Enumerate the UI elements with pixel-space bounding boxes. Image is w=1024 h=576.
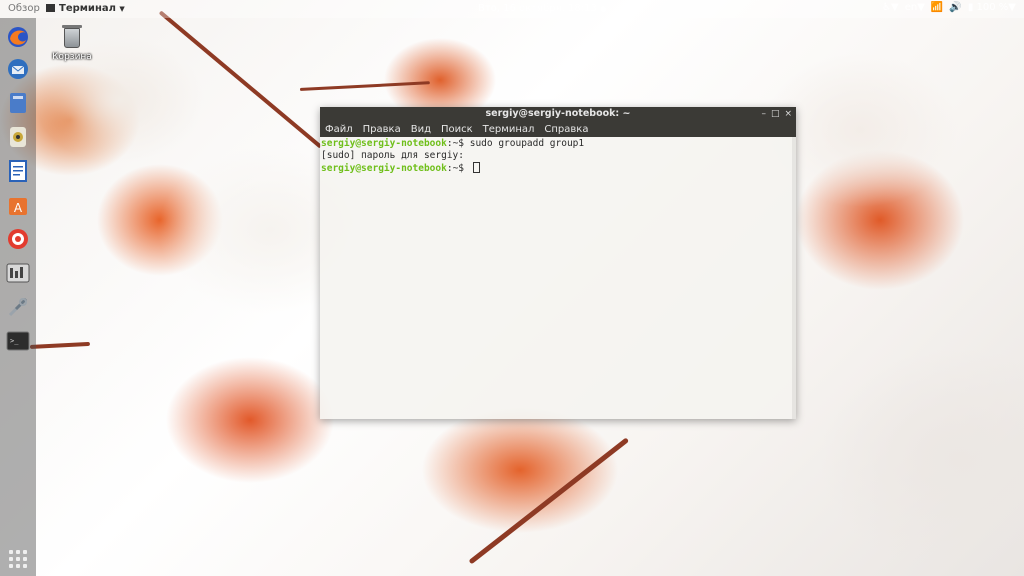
command-text: sudo groupadd group1 bbox=[469, 138, 585, 149]
keyboard-layout-label: en bbox=[904, 2, 918, 13]
clock-label: Вто, 16 октября, 18:13 bbox=[478, 3, 597, 14]
menu-search[interactable]: Поиск bbox=[441, 124, 473, 135]
window-controls: – □ × bbox=[761, 107, 792, 121]
terminal-line: [sudo] пароль для sergiy: bbox=[321, 150, 795, 162]
menu-view[interactable]: Вид bbox=[411, 124, 431, 135]
terminal-title: sergiy@sergiy-notebook: ~ bbox=[485, 108, 631, 119]
prompt-suffix: :~$ bbox=[446, 138, 470, 149]
wifi-icon[interactable]: 📶 bbox=[931, 2, 943, 13]
terminal-titlebar[interactable]: sergiy@sergiy-notebook: ~ – □ × bbox=[320, 107, 796, 121]
launcher-dock: A >_ bbox=[0, 18, 36, 576]
clock[interactable]: Вто, 16 октября, 18:13 ● bbox=[478, 3, 606, 14]
terminal-scrollbar[interactable] bbox=[792, 137, 796, 419]
chevron-down-icon: ▼ bbox=[119, 5, 125, 13]
svg-text:A: A bbox=[14, 201, 23, 215]
writer-icon[interactable] bbox=[5, 158, 31, 184]
help-icon[interactable] bbox=[5, 226, 31, 252]
system-tray: ♿▼ en▼ 📶 🔊 ▮ 100 %▼ bbox=[882, 2, 1016, 13]
keyboard-layout[interactable]: en▼ bbox=[905, 2, 925, 13]
desktop-trash[interactable]: Корзина bbox=[52, 25, 92, 62]
terminal-line: sergiy@sergiy-notebook:~$ bbox=[321, 162, 795, 175]
trash-label: Корзина bbox=[52, 52, 92, 62]
menu-file[interactable]: Файл bbox=[325, 124, 353, 135]
notification-dot-icon: ● bbox=[599, 5, 607, 13]
terminal-window: sergiy@sergiy-notebook: ~ – □ × Файл Пра… bbox=[320, 107, 796, 419]
text-cursor bbox=[472, 162, 480, 173]
overview-button[interactable]: Обзор bbox=[8, 3, 40, 14]
app-menu[interactable]: Терминал ▼ bbox=[46, 3, 125, 14]
settings-tools-icon[interactable] bbox=[5, 294, 31, 320]
volume-icon[interactable]: 🔊 bbox=[949, 2, 961, 13]
menu-terminal[interactable]: Терминал bbox=[483, 124, 535, 135]
minimize-button[interactable]: – bbox=[761, 107, 766, 121]
system-monitor-icon[interactable] bbox=[5, 260, 31, 286]
software-center-icon[interactable]: A bbox=[5, 192, 31, 218]
svg-text:>_: >_ bbox=[10, 337, 19, 345]
close-button[interactable]: × bbox=[784, 107, 792, 121]
battery-indicator[interactable]: ▮ 100 %▼ bbox=[968, 2, 1016, 13]
terminal-app-icon bbox=[46, 4, 55, 12]
menu-help[interactable]: Справка bbox=[544, 124, 588, 135]
files-icon[interactable] bbox=[5, 90, 31, 116]
wallpaper-branch bbox=[468, 437, 630, 565]
prompt-suffix: :~$ bbox=[446, 163, 470, 174]
rhythmbox-icon[interactable] bbox=[5, 124, 31, 150]
menu-edit[interactable]: Правка bbox=[363, 124, 401, 135]
accessibility-icon[interactable]: ♿▼ bbox=[882, 2, 899, 13]
prompt-user-host: sergiy@sergiy-notebook bbox=[321, 163, 447, 174]
prompt-user-host: sergiy@sergiy-notebook bbox=[321, 138, 447, 149]
thunderbird-icon[interactable] bbox=[5, 56, 31, 82]
terminal-line: sergiy@sergiy-notebook:~$ sudo groupadd … bbox=[321, 138, 795, 150]
wallpaper-branch bbox=[299, 81, 430, 91]
trash-icon bbox=[62, 25, 82, 48]
top-panel: Обзор Терминал ▼ Вто, 16 октября, 18:13 … bbox=[0, 0, 1024, 18]
app-menu-label: Терминал bbox=[59, 3, 116, 14]
wallpaper-branch bbox=[158, 10, 323, 149]
maximize-button[interactable]: □ bbox=[771, 107, 780, 121]
firefox-icon[interactable] bbox=[5, 24, 31, 50]
output-text: [sudo] пароль для sergiy: bbox=[321, 150, 464, 161]
terminal-icon[interactable]: >_ bbox=[5, 328, 31, 354]
terminal-menubar: Файл Правка Вид Поиск Терминал Справка bbox=[320, 121, 796, 137]
terminal-output[interactable]: sergiy@sergiy-notebook:~$ sudo groupadd … bbox=[320, 137, 796, 419]
battery-label: 100 % bbox=[976, 2, 1009, 13]
wallpaper-branch bbox=[29, 341, 91, 349]
show-applications-icon[interactable] bbox=[9, 550, 27, 568]
